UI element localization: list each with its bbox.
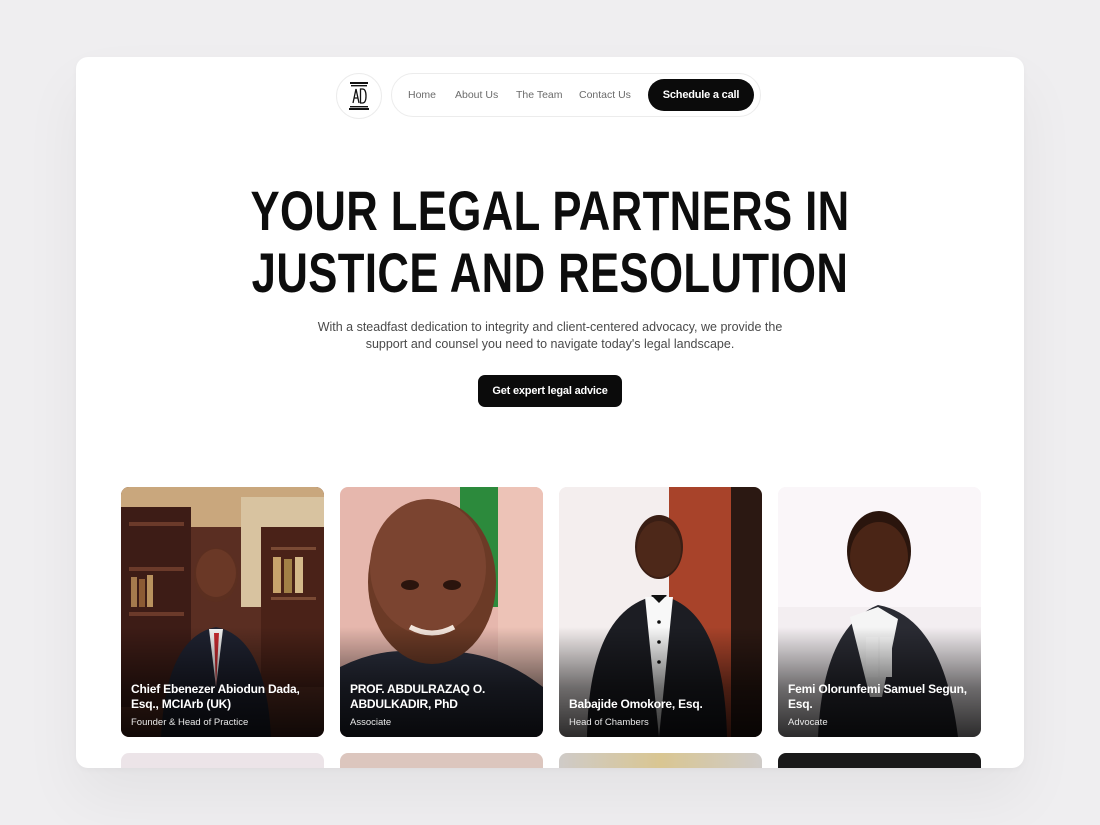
team-card-dada[interactable]: Chief Ebenezer Abiodun Dada, Esq., MCIAr… (121, 487, 324, 737)
nav-contact-us[interactable]: Contact Us (579, 74, 631, 116)
member-info: PROF. ABDULRAZAQ O. ABDULKADIR, PhD Asso… (350, 682, 535, 728)
hero-subtitle-line-2: support and counsel you need to navigate… (365, 337, 735, 351)
nav-the-team[interactable]: The Team (516, 74, 563, 116)
member-info: Femi Olorunfemi Samuel Segun, Esq. Advoc… (788, 682, 973, 728)
team-card-partial[interactable] (559, 753, 762, 768)
pillar-logo-icon (349, 82, 369, 110)
logo[interactable] (336, 73, 382, 119)
member-role: Associate (350, 717, 392, 728)
team-card-omokore[interactable]: Babajide Omokore, Esq. Head of Chambers (559, 487, 762, 737)
member-role: Head of Chambers (569, 717, 649, 728)
member-role: Advocate (788, 717, 828, 728)
nav-home[interactable]: Home (408, 74, 436, 116)
member-role: Founder & Head of Practice (131, 717, 249, 728)
hero-subtitle: With a steadfast dedication to integrity… (300, 319, 800, 353)
member-info: Babajide Omokore, Esq. Head of Chambers (569, 697, 754, 728)
team-card-segun[interactable]: Femi Olorunfemi Samuel Segun, Esq. Advoc… (778, 487, 981, 737)
hero-title-line-1: Your legal partners in (250, 179, 850, 242)
member-name: Femi Olorunfemi Samuel Segun, Esq. (788, 682, 967, 711)
hero-subtitle-line-1: With a steadfast dedication to integrity… (317, 320, 783, 334)
schedule-call-button[interactable]: Schedule a call (648, 79, 754, 111)
get-legal-advice-button[interactable]: Get expert legal advice (478, 375, 622, 407)
team-card-partial[interactable] (340, 753, 543, 768)
member-name: PROF. ABDULRAZAQ O. ABDULKADIR, PhD (350, 682, 486, 711)
page-card: Home About Us The Team Contact Us Schedu… (76, 57, 1024, 768)
team-card-partial[interactable] (121, 753, 324, 768)
member-name: Chief Ebenezer Abiodun Dada, Esq., MCIAr… (131, 682, 300, 711)
main-nav: Home About Us The Team Contact Us Schedu… (391, 73, 761, 117)
member-name: Babajide Omokore, Esq. (569, 697, 703, 711)
team-card-partial[interactable] (778, 753, 981, 768)
nav-about-us[interactable]: About Us (455, 74, 498, 116)
hero-title-line-2: justice and resolution (251, 241, 849, 304)
hero-title: Your legal partners in justice and resol… (76, 180, 1024, 304)
member-info: Chief Ebenezer Abiodun Dada, Esq., MCIAr… (131, 682, 316, 728)
team-card-abdulkadir[interactable]: PROF. ABDULRAZAQ O. ABDULKADIR, PhD Asso… (340, 487, 543, 737)
